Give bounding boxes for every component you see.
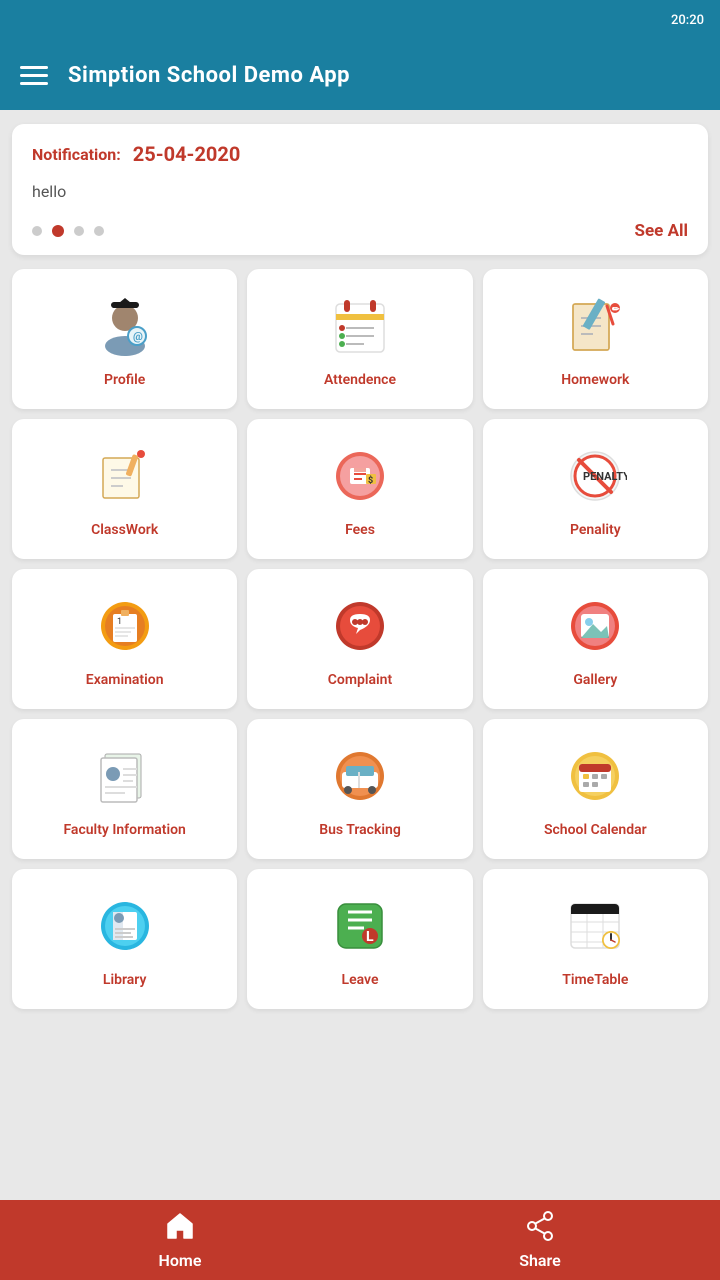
examination-label: Examination (86, 672, 164, 688)
grid-item-penality[interactable]: PENALTY Penality (483, 419, 708, 559)
attendence-icon (324, 290, 396, 362)
attendence-label: Attendence (324, 372, 396, 388)
grid-item-fees[interactable]: $ Fees (247, 419, 472, 559)
timetable-icon (559, 890, 631, 962)
examination-icon: 1 (89, 590, 161, 662)
app-title: Simption School Demo App (68, 63, 350, 88)
leave-icon: L (324, 890, 396, 962)
grid-item-classwork[interactable]: ClassWork (12, 419, 237, 559)
bus-label: Bus Tracking (319, 822, 401, 838)
penality-icon: PENALTY (559, 440, 631, 512)
home-icon (164, 1210, 196, 1247)
fees-label: Fees (345, 522, 375, 538)
complaint-label: Complaint (328, 672, 392, 688)
penality-label: Penality (570, 522, 621, 538)
app-header: Simption School Demo App (0, 40, 720, 110)
school-calendar-label: School Calendar (544, 822, 647, 838)
leave-label: Leave (342, 972, 379, 988)
profile-icon: @ (89, 290, 161, 362)
gallery-label: Gallery (573, 672, 617, 688)
grid-item-leave[interactable]: L Leave (247, 869, 472, 1009)
timetable-label: TimeTable (562, 972, 628, 988)
grid-item-attendence[interactable]: Attendence (247, 269, 472, 409)
status-icons: 20:20 (671, 13, 704, 28)
grid-item-faculty[interactable]: Faculty Information (12, 719, 237, 859)
notification-footer: See All (32, 221, 688, 241)
home-label: Home (159, 1251, 202, 1270)
bus-icon (324, 740, 396, 812)
menu-grid: @ Profile Attendence (0, 269, 720, 1019)
see-all-button[interactable]: See All (635, 221, 688, 241)
profile-label: Profile (104, 372, 145, 388)
carousel-dots (32, 225, 104, 237)
notification-date: 25-04-2020 (133, 142, 241, 166)
bottom-navigation: Home Share (0, 1200, 720, 1280)
library-icon (89, 890, 161, 962)
grid-item-timetable[interactable]: TimeTable (483, 869, 708, 1009)
grid-item-examination[interactable]: 1 Examination (12, 569, 237, 709)
svg-text:1: 1 (117, 617, 122, 627)
svg-text:✏: ✏ (612, 305, 620, 315)
nav-home[interactable]: Home (0, 1210, 360, 1270)
share-icon (524, 1210, 556, 1247)
faculty-icon (89, 740, 161, 812)
dot-3[interactable] (74, 226, 84, 236)
svg-text:$: $ (368, 475, 373, 486)
svg-text:@: @ (133, 330, 143, 343)
fees-icon: $ (324, 440, 396, 512)
school-calendar-icon (559, 740, 631, 812)
gallery-icon (559, 590, 631, 662)
grid-item-calendar[interactable]: School Calendar (483, 719, 708, 859)
faculty-label: Faculty Information (63, 822, 185, 838)
nav-share[interactable]: Share (360, 1210, 720, 1270)
library-label: Library (103, 972, 147, 988)
dot-4[interactable] (94, 226, 104, 236)
notification-card: Notification: 25-04-2020 hello See All (12, 124, 708, 255)
notification-message: hello (32, 176, 688, 221)
grid-item-homework[interactable]: ✏ Homework (483, 269, 708, 409)
grid-item-complaint[interactable]: Complaint (247, 569, 472, 709)
grid-item-gallery[interactable]: Gallery (483, 569, 708, 709)
complaint-icon (324, 590, 396, 662)
notification-header: Notification: 25-04-2020 (32, 142, 688, 166)
notification-label: Notification: (32, 145, 121, 164)
menu-button[interactable] (20, 66, 48, 85)
grid-item-bus[interactable]: Bus Tracking (247, 719, 472, 859)
classwork-label: ClassWork (91, 522, 158, 538)
status-bar: 20:20 (0, 0, 720, 40)
grid-item-library[interactable]: Library (12, 869, 237, 1009)
grid-item-profile[interactable]: @ Profile (12, 269, 237, 409)
homework-icon: ✏ (559, 290, 631, 362)
homework-label: Homework (561, 372, 629, 388)
share-label: Share (519, 1251, 561, 1270)
status-time: 20:20 (671, 13, 704, 28)
svg-text:PENALTY: PENALTY (583, 470, 627, 483)
dot-2[interactable] (52, 225, 64, 237)
dot-1[interactable] (32, 226, 42, 236)
svg-text:L: L (366, 929, 374, 945)
classwork-icon (89, 440, 161, 512)
